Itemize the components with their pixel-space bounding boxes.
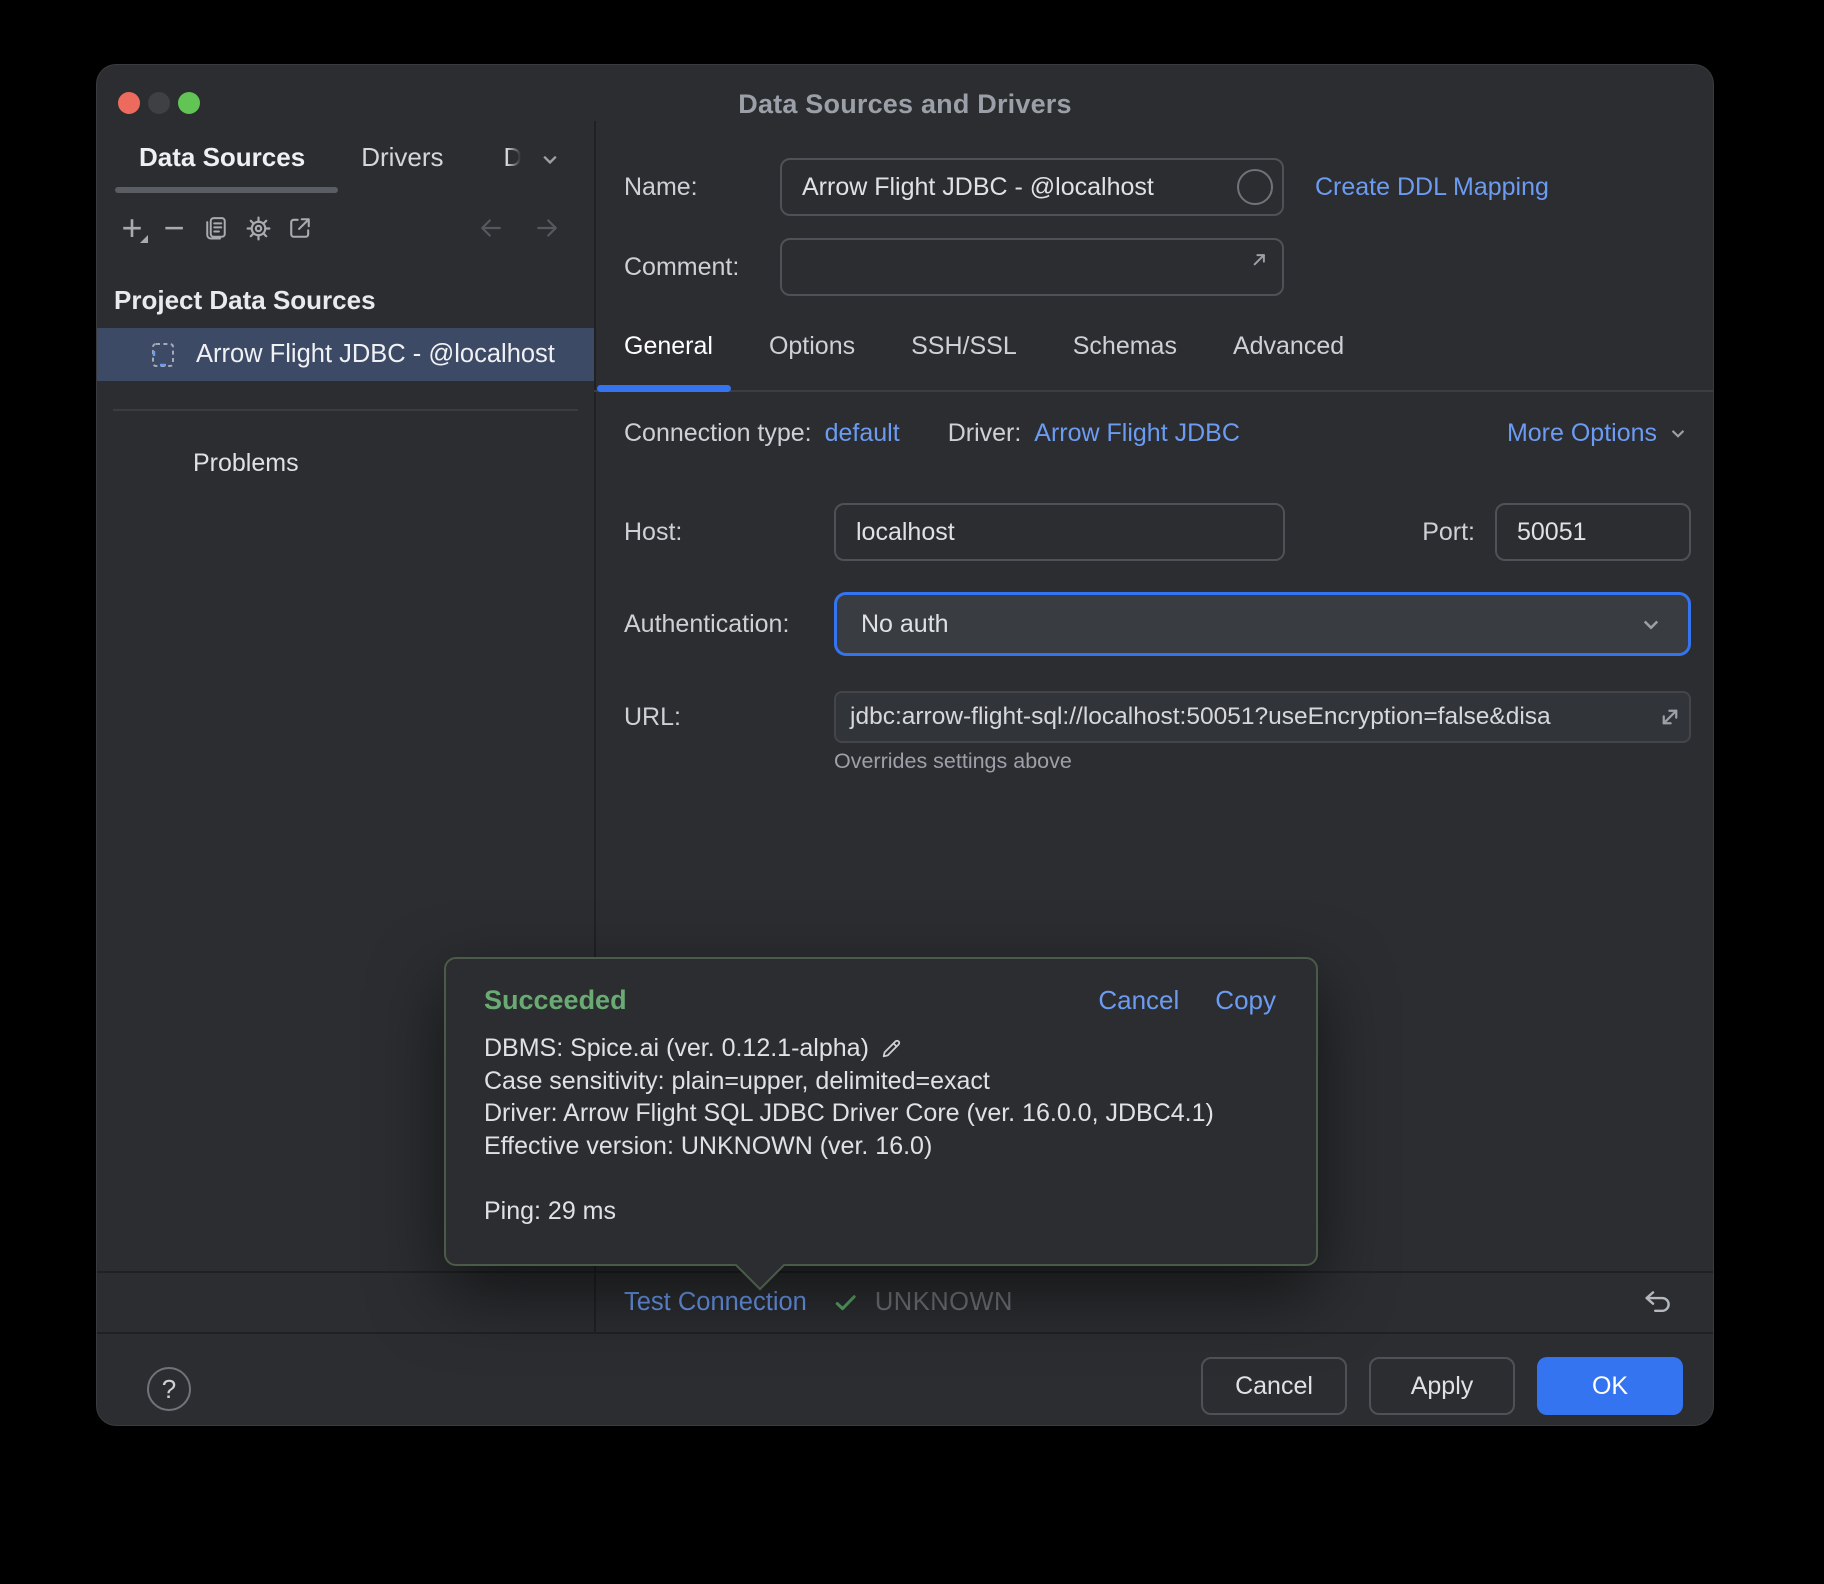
tab-drivers[interactable]: Drivers [361, 142, 443, 173]
comment-label: Comment: [624, 253, 780, 282]
tab-advanced[interactable]: Advanced [1233, 332, 1344, 361]
sidebar-divider [113, 409, 578, 411]
tab-ddl-truncated[interactable]: D [504, 142, 523, 173]
datasource-list-item-selected[interactable]: Arrow Flight JDBC - @localhost [97, 328, 594, 381]
url-hint: Overrides settings above [834, 749, 1072, 774]
name-row: Name: Create DDL Mapping [624, 158, 1691, 216]
host-input[interactable] [834, 503, 1285, 561]
dbms-line: DBMS: Spice.ai (ver. 0.12.1-alpha) [484, 1032, 1292, 1065]
chevron-down-icon [1636, 609, 1666, 639]
sidebar-tabs: Data Sources Drivers D [139, 141, 564, 173]
popup-body: DBMS: Spice.ai (ver. 0.12.1-alpha) Case … [446, 1016, 1316, 1228]
create-ddl-mapping-link[interactable]: Create DDL Mapping [1315, 173, 1549, 202]
test-result-text: UNKNOWN [875, 1288, 1013, 1317]
port-label: Port: [1422, 518, 1475, 547]
authentication-row: Authentication: No auth [624, 592, 1691, 656]
back-arrow-icon[interactable] [476, 212, 506, 244]
add-icon[interactable]: + [117, 212, 147, 244]
more-options[interactable]: More Options [1507, 419, 1691, 448]
tabs-rule [594, 390, 1713, 392]
chevron-down-icon [1665, 420, 1691, 446]
driver-value-link[interactable]: Arrow Flight JDBC [1034, 419, 1240, 448]
datasource-item-label: Arrow Flight JDBC - @localhost [196, 340, 555, 369]
tab-options[interactable]: Options [769, 332, 855, 361]
name-label: Name: [624, 173, 780, 202]
add-dropdown-caret [140, 235, 148, 243]
connection-type-label: Connection type: [624, 419, 812, 448]
sidebar-item-problems[interactable]: Problems [193, 449, 299, 478]
remove-icon[interactable]: − [159, 212, 189, 244]
cancel-button[interactable]: Cancel [1201, 1357, 1347, 1415]
url-row: URL: jdbc:arrow-flight-sql://localhost:5… [624, 691, 1691, 743]
comment-field-wrap [780, 238, 1284, 296]
status-succeeded: Succeeded [484, 985, 627, 1016]
settings-tabs: General Options SSH/SSL Schemas Advanced [624, 322, 1344, 370]
sidebar-toolbar: + − [117, 211, 576, 245]
undo-icon[interactable] [1641, 1286, 1675, 1320]
host-label: Host: [624, 518, 834, 547]
history-nav [476, 212, 562, 244]
dialog-footer: ? Cancel Apply OK [97, 1332, 1713, 1425]
authentication-select[interactable]: No auth [834, 592, 1691, 656]
forward-arrow-icon[interactable] [532, 212, 562, 244]
more-options-link[interactable]: More Options [1507, 419, 1657, 448]
driver-line: Driver: Arrow Flight SQL JDBC Driver Cor… [484, 1097, 1292, 1130]
authentication-label: Authentication: [624, 610, 834, 639]
datasource-icon [149, 341, 177, 369]
chevron-down-icon[interactable] [536, 145, 564, 173]
url-input[interactable]: jdbc:arrow-flight-sql://localhost:50051?… [834, 691, 1691, 743]
duplicate-icon[interactable] [201, 212, 231, 244]
edit-pencil-icon[interactable] [879, 1036, 904, 1061]
url-label: URL: [624, 703, 834, 732]
check-icon [831, 1288, 861, 1318]
tab-data-sources[interactable]: Data Sources [139, 142, 305, 173]
host-port-row: Host: Port: [624, 503, 1691, 561]
authentication-value: No auth [861, 610, 949, 639]
help-button[interactable]: ? [147, 1367, 191, 1411]
data-sources-dialog: Data Sources and Drivers Data Sources Dr… [96, 64, 1714, 1426]
active-tab-underline [115, 187, 338, 193]
ping-line: Ping: 29 ms [484, 1195, 1292, 1228]
connection-type-value[interactable]: default [825, 419, 900, 448]
gear-icon[interactable] [243, 212, 273, 244]
popup-header: Succeeded Cancel Copy [446, 959, 1316, 1016]
tab-general[interactable]: General [624, 332, 713, 361]
connection-type-row: Connection type: default Driver: Arrow F… [624, 415, 1691, 451]
expand-url-icon[interactable] [1655, 702, 1685, 732]
comment-row: Comment: [624, 238, 1691, 296]
expand-comment-icon[interactable] [1246, 247, 1272, 273]
case-sensitivity-line: Case sensitivity: plain=upper, delimited… [484, 1065, 1292, 1098]
test-connection-popup: Succeeded Cancel Copy DBMS: Spice.ai (ve… [444, 957, 1318, 1266]
tab-ssh-ssl[interactable]: SSH/SSL [911, 332, 1017, 361]
popup-copy-link[interactable]: Copy [1215, 985, 1276, 1016]
apply-button[interactable]: Apply [1369, 1357, 1515, 1415]
ok-button[interactable]: OK [1537, 1357, 1683, 1415]
comment-input[interactable] [780, 238, 1284, 296]
open-in-editor-icon[interactable] [285, 212, 315, 244]
url-value: jdbc:arrow-flight-sql://localhost:50051?… [850, 703, 1551, 731]
test-connection-link[interactable]: Test Connection [624, 1288, 807, 1317]
name-input[interactable] [780, 158, 1284, 216]
active-tab-indicator [597, 385, 731, 392]
effective-version-line: Effective version: UNKNOWN (ver. 16.0) [484, 1130, 1292, 1163]
driver-label: Driver: [948, 419, 1022, 448]
port-input[interactable] [1495, 503, 1691, 561]
test-connection-bar: Test Connection UNKNOWN [97, 1271, 1713, 1332]
name-field-wrap [780, 158, 1284, 216]
project-data-sources-header: Project Data Sources [114, 285, 376, 316]
tab-schemas[interactable]: Schemas [1073, 332, 1177, 361]
progress-circle-icon [1237, 169, 1273, 205]
desktop: Data Sources and Drivers Data Sources Dr… [0, 0, 1824, 1584]
popup-cancel-link[interactable]: Cancel [1098, 985, 1179, 1016]
